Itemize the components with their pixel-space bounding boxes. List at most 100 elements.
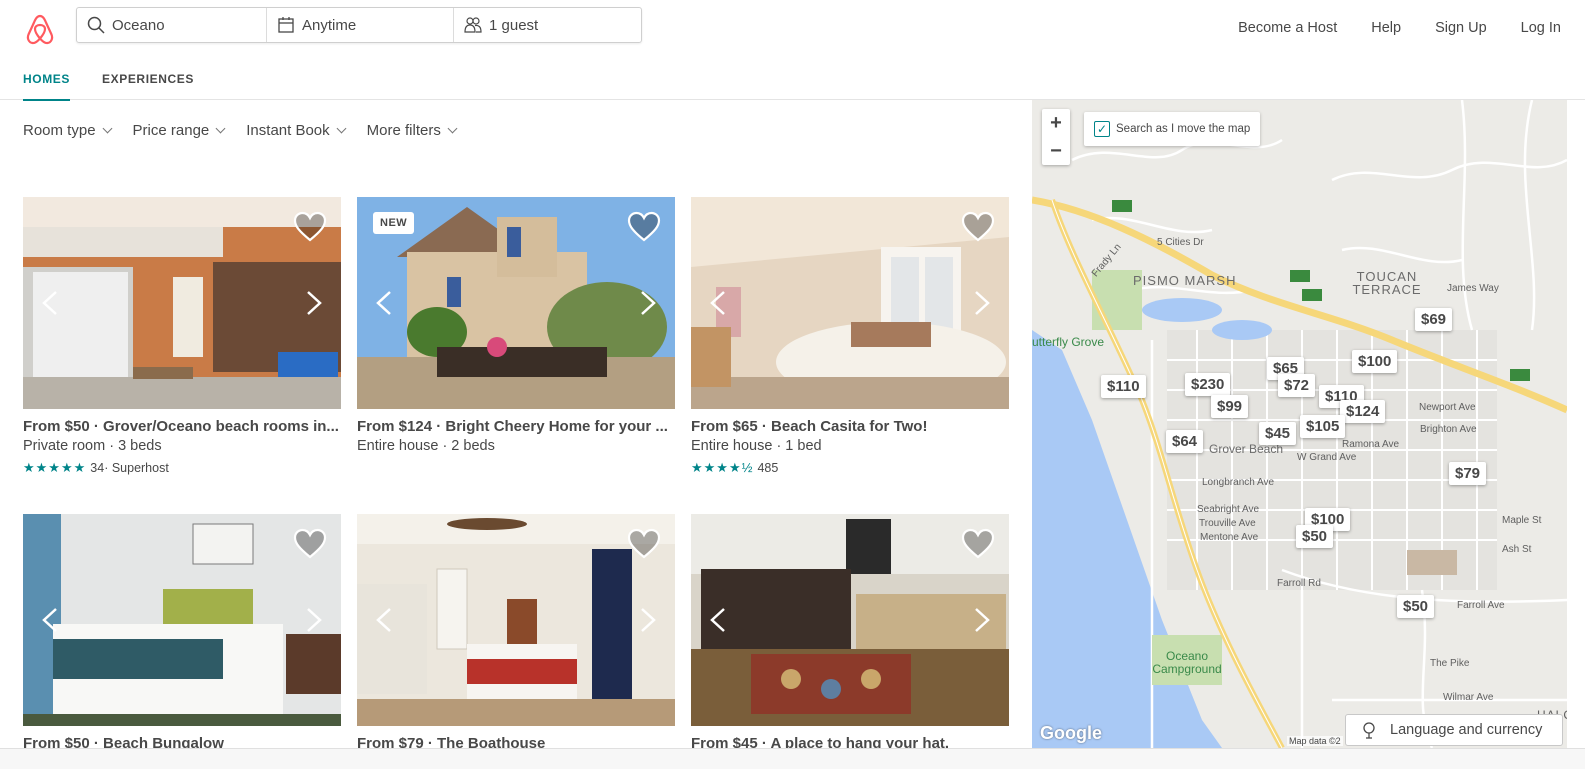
dates-field[interactable]: Anytime: [267, 8, 454, 42]
heart-icon[interactable]: [627, 528, 661, 560]
listing-rating: ★★★★½ 485: [691, 460, 1009, 476]
chevron-left-icon[interactable]: [373, 289, 395, 317]
checkbox-checked-icon[interactable]: ✓: [1094, 121, 1110, 137]
location-field[interactable]: Oceano: [77, 8, 267, 42]
become-host-link[interactable]: Become a Host: [1238, 20, 1337, 36]
price-range-filter[interactable]: Price range: [132, 122, 226, 139]
chevron-right-icon[interactable]: [303, 606, 325, 634]
price-marker[interactable]: $124: [1340, 400, 1386, 423]
map-label: Newport Ave: [1419, 402, 1476, 413]
listing-title[interactable]: From $65 · Beach Casita for Two!: [691, 418, 1009, 435]
price-marker[interactable]: $64: [1166, 430, 1204, 453]
map-panel[interactable]: + − ✓ Search as I move the map PISMO MAR…: [1032, 100, 1567, 748]
listing-photo[interactable]: [23, 514, 341, 726]
listing-title[interactable]: From $50 · Grover/Oceano beach rooms in.…: [23, 418, 341, 435]
price-range-label: Price range: [132, 122, 210, 139]
rating-count: 34: [90, 461, 105, 475]
heart-icon[interactable]: [961, 528, 995, 560]
listing-photo[interactable]: [357, 514, 675, 726]
category-tabs: HOMES EXPERIENCES: [23, 72, 226, 101]
map-label: Maple St: [1502, 515, 1542, 526]
guests-icon: [464, 16, 482, 34]
price-marker[interactable]: $45: [1259, 422, 1297, 445]
chevron-right-icon[interactable]: [971, 606, 993, 634]
zoom-out-button[interactable]: −: [1042, 137, 1070, 165]
rating-count: 485: [757, 461, 779, 475]
chevron-right-icon[interactable]: [971, 289, 993, 317]
heart-icon[interactable]: [627, 211, 661, 243]
google-logo: Google: [1040, 723, 1102, 743]
room-type-label: Room type: [23, 122, 96, 139]
listing-photo[interactable]: [691, 197, 1009, 409]
map-label: Farroll Ave: [1457, 600, 1505, 611]
listing-photo[interactable]: [23, 197, 341, 409]
map-label: Brighton Ave: [1420, 424, 1477, 435]
help-link[interactable]: Help: [1371, 20, 1401, 36]
top-header: Oceano Anytime 1 guest Become a Host Hel…: [0, 0, 1585, 101]
map-label: TOUCAN TERRACE: [1352, 269, 1422, 297]
price-marker[interactable]: $50: [1296, 525, 1334, 548]
listing-subtitle: Entire house · 1 bed: [691, 438, 822, 454]
more-filters-button[interactable]: More filters: [367, 122, 458, 139]
listing-card[interactable]: From $45 · A place to hang your hat.: [691, 514, 1009, 752]
listing-title[interactable]: From $124 · Bright Cheery Home for your …: [357, 418, 675, 435]
heart-icon[interactable]: [961, 211, 995, 243]
listing-photo[interactable]: [691, 514, 1009, 726]
price-marker[interactable]: $72: [1278, 374, 1316, 397]
chevron-right-icon[interactable]: [637, 606, 659, 634]
map-label: Longbranch Ave: [1202, 477, 1275, 488]
price-marker[interactable]: $99: [1211, 395, 1249, 418]
instant-book-filter[interactable]: Instant Book: [246, 122, 347, 139]
map-label: Ash St: [1502, 544, 1532, 555]
price-marker[interactable]: $100: [1352, 350, 1398, 373]
language-currency-button[interactable]: Language and currency: [1345, 714, 1563, 746]
heart-icon[interactable]: [293, 528, 327, 560]
price-marker[interactable]: $230: [1185, 373, 1231, 396]
airbnb-logo-icon[interactable]: [24, 14, 56, 46]
map-attribution[interactable]: Map data ©2: [1287, 736, 1343, 746]
price-marker[interactable]: $69: [1415, 308, 1453, 331]
price-marker[interactable]: $79: [1449, 462, 1487, 485]
listing-photo[interactable]: NEW: [357, 197, 675, 409]
chevron-right-icon[interactable]: [637, 289, 659, 317]
map-label: Wilmar Ave: [1443, 692, 1494, 703]
sign-up-link[interactable]: Sign Up: [1435, 20, 1487, 36]
price-marker[interactable]: $50: [1397, 595, 1435, 618]
chevron-down-icon: [336, 123, 347, 134]
map-label: W Grand Ave: [1297, 452, 1357, 463]
chevron-left-icon[interactable]: [39, 606, 61, 634]
listing-card[interactable]: From $50 · Grover/Oceano beach rooms in.…: [23, 197, 341, 476]
map-label: Oceano Campground: [1152, 649, 1222, 676]
heart-icon[interactable]: [293, 211, 327, 243]
chevron-left-icon[interactable]: [373, 606, 395, 634]
zoom-in-button[interactable]: +: [1042, 109, 1070, 137]
search-as-move-label: Search as I move the map: [1116, 123, 1251, 135]
listing-card[interactable]: From $50 · Beach Bungalow: [23, 514, 341, 752]
bottom-scroll-area: [0, 748, 1585, 769]
instant-book-label: Instant Book: [246, 122, 330, 139]
listing-rating: ★★★★★ 34 · Superhost: [23, 460, 341, 476]
listing-card[interactable]: From $79 · The Boathouse: [357, 514, 675, 752]
filter-bar: Room type Price range Instant Book More …: [23, 122, 478, 139]
listing-card[interactable]: From $65 · Beach Casita for Two! Entire …: [691, 197, 1009, 476]
listing-subtitle: Entire house · 2 beds: [357, 438, 495, 454]
listing-card[interactable]: NEW From $124 · Bright Cheery Home for y…: [357, 197, 675, 454]
tab-experiences[interactable]: EXPERIENCES: [102, 72, 194, 100]
chevron-left-icon[interactable]: [707, 606, 729, 634]
guests-field[interactable]: 1 guest: [454, 8, 641, 42]
chevron-left-icon[interactable]: [39, 289, 61, 317]
superhost-label: · Superhost: [104, 461, 169, 475]
price-marker[interactable]: $105: [1300, 415, 1346, 438]
log-in-link[interactable]: Log In: [1521, 20, 1561, 36]
nav-links: Become a Host Help Sign Up Log In: [1204, 20, 1561, 36]
chevron-right-icon[interactable]: [303, 289, 325, 317]
globe-icon: [1363, 722, 1375, 739]
guests-value: 1 guest: [489, 16, 539, 34]
map-label: The Pike: [1430, 658, 1470, 669]
tab-homes[interactable]: HOMES: [23, 72, 71, 101]
search-as-move-toggle[interactable]: ✓ Search as I move the map: [1084, 112, 1261, 146]
chevron-left-icon[interactable]: [707, 289, 729, 317]
room-type-filter[interactable]: Room type: [23, 122, 112, 139]
price-marker[interactable]: $110: [1101, 375, 1146, 398]
chevron-down-icon: [102, 123, 112, 134]
